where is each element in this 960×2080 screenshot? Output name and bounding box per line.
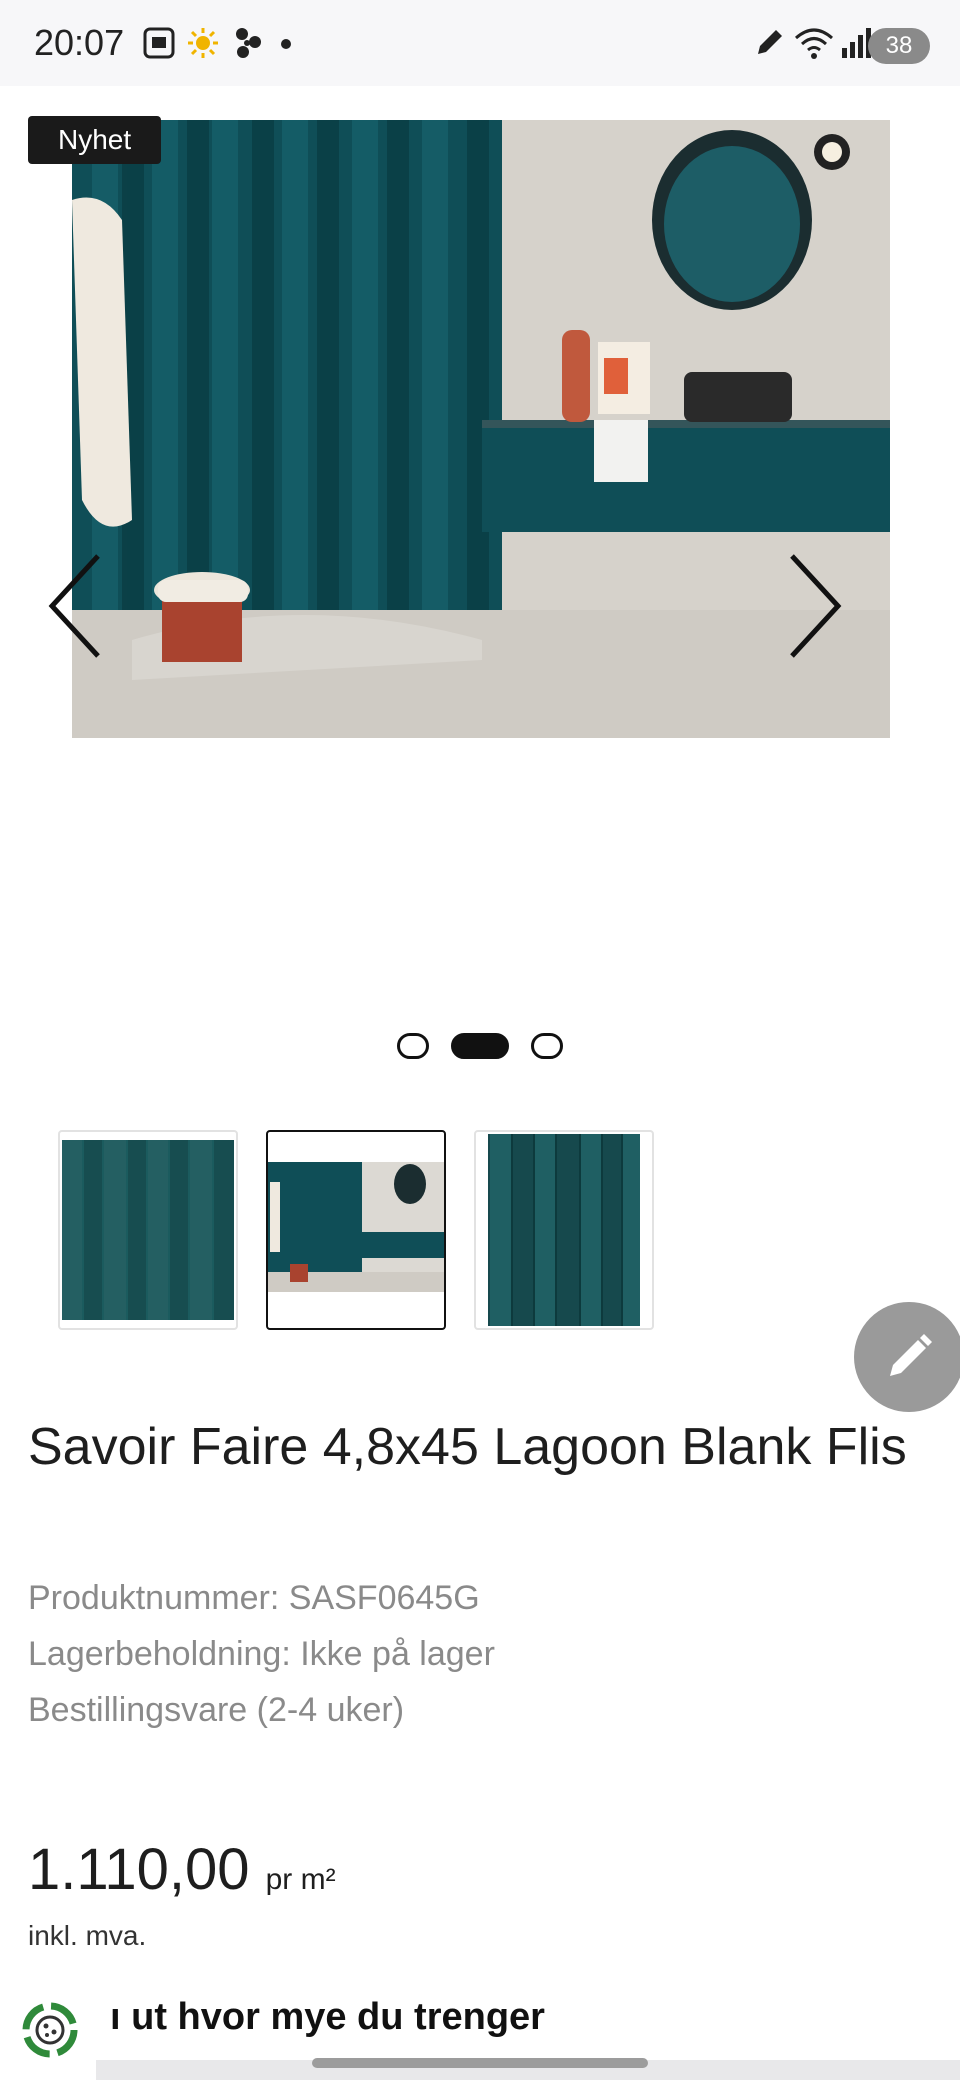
fan-icon	[236, 28, 261, 58]
stock-status: Lagerbeholdning: Ikke på lager	[28, 1635, 495, 1673]
screenshot-icon	[143, 27, 175, 59]
pencil-icon	[890, 1334, 932, 1376]
product-image[interactable]	[72, 120, 890, 738]
status-bar: 20:07 38	[0, 0, 960, 86]
product-image-carousel[interactable]: Nyhet	[0, 86, 960, 1066]
calculator-heading[interactable]: ı ut hvor mye du trenger	[110, 1996, 545, 2039]
edit-fab-button[interactable]	[854, 1302, 960, 1412]
product-title: Savoir Faire 4,8x45 Lagoon Blank Flis	[28, 1418, 907, 1476]
cookie-settings-icon[interactable]	[16, 1996, 84, 2064]
edit-icon	[758, 30, 782, 54]
home-indicator[interactable]	[312, 2058, 648, 2068]
thumb-bathroom-scene[interactable]	[266, 1130, 446, 1330]
carousel-dot[interactable]	[531, 1033, 563, 1059]
status-time: 20:07	[34, 22, 125, 63]
price-value: 1.110,00	[28, 1837, 250, 1902]
price: 1.110,00 pr m²	[28, 1836, 336, 1903]
new-badge: Nyhet	[28, 116, 162, 164]
price-unit: pr m²	[265, 1863, 336, 1896]
product-number: Produktnummer: SASF0645G	[28, 1579, 480, 1617]
thumbnail-strip	[58, 1130, 654, 1330]
battery-icon: 38	[868, 28, 930, 64]
previous-image-button[interactable]	[40, 546, 110, 666]
product-meta: Produktnummer: SASF0645G Lagerbeholdning…	[28, 1570, 495, 1738]
weather-sun-icon	[188, 28, 218, 58]
thumb-tile-panel[interactable]	[474, 1130, 654, 1330]
dot-icon	[281, 39, 291, 49]
order-info: Bestillingsvare (2-4 uker)	[28, 1691, 405, 1729]
carousel-dot-active[interactable]	[451, 1033, 509, 1059]
vat-note: inkl. mva.	[28, 1920, 147, 1951]
carousel-dot[interactable]	[397, 1033, 429, 1059]
thumb-tile-closeup[interactable]	[58, 1130, 238, 1330]
next-image-button[interactable]	[780, 546, 850, 666]
carousel-pagination	[0, 1026, 960, 1066]
wifi-icon	[795, 28, 833, 59]
